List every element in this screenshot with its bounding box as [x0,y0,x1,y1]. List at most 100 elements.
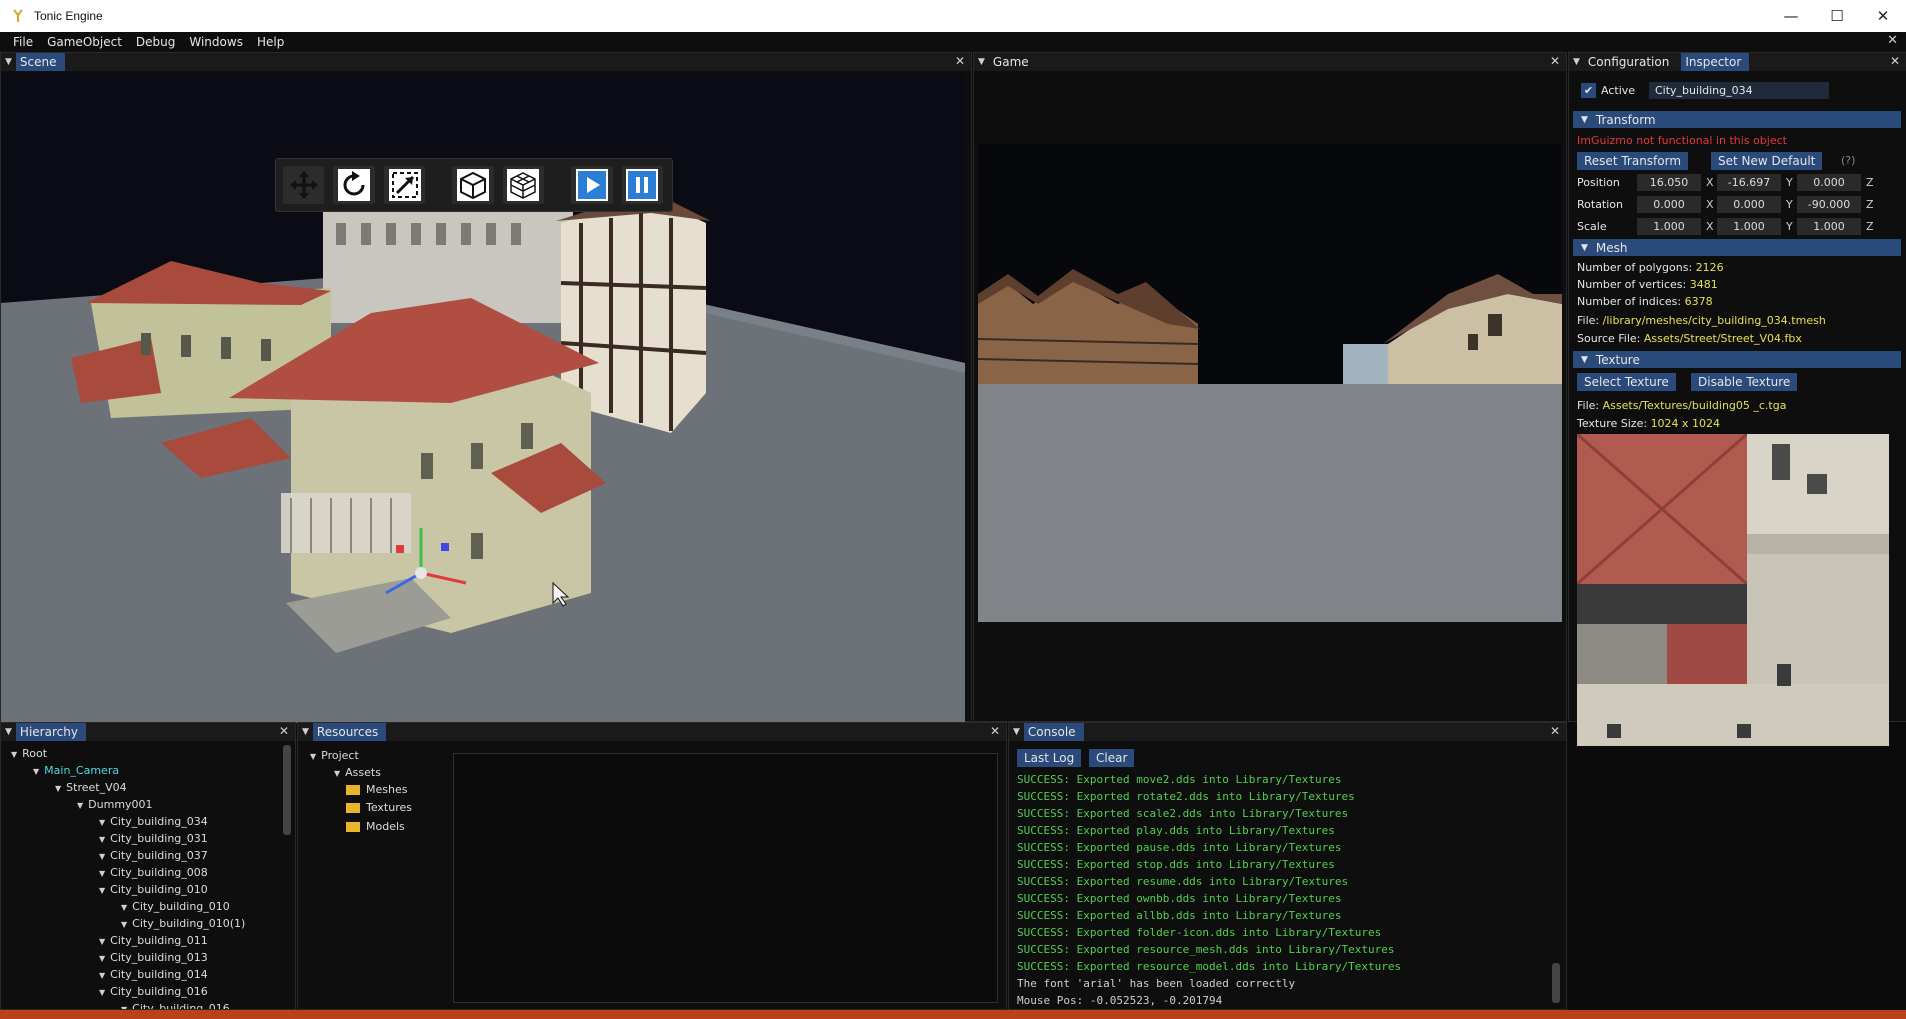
chevron-down-icon[interactable]: ▼ [33,767,39,776]
hierarchy-scrollbar[interactable] [283,745,291,835]
chevron-down-icon[interactable]: ▼ [55,784,61,793]
chevron-down-icon[interactable]: ▼ [99,937,105,946]
chevron-down-icon[interactable]: ▼ [99,818,105,827]
folder-meshes[interactable]: Meshes [346,783,407,796]
reset-transform-button[interactable]: Reset Transform [1577,152,1689,170]
chevron-down-icon[interactable]: ▼ [99,835,105,844]
close-game-icon[interactable]: ✕ [1550,54,1560,68]
scale-z-field[interactable]: 1.000 [1797,218,1861,235]
collapse-icon[interactable]: ▼ [5,57,12,67]
clear-console-button[interactable]: Clear [1089,749,1135,767]
chevron-down-icon[interactable]: ▼ [99,869,105,878]
hierarchy-item[interactable]: ▼ City_building_010 [121,900,230,913]
position-y-field[interactable]: -16.697 [1717,174,1781,191]
hierarchy-item[interactable]: ▼ City_building_010 [99,883,208,896]
move-tool-button[interactable] [283,166,325,204]
close-resources-icon[interactable]: ✕ [990,724,1000,738]
game-viewport[interactable] [978,144,1562,622]
chevron-down-icon[interactable]: ▼ [99,988,105,997]
active-checkbox[interactable]: ✔ [1581,83,1596,98]
rotation-y-field[interactable]: 0.000 [1717,196,1781,213]
set-new-default-button[interactable]: Set New Default [1711,152,1823,170]
scene-viewport[interactable] [1,73,965,723]
menubar-close-icon[interactable]: ✕ [1887,33,1898,48]
mesh-header[interactable]: ▼ Mesh [1573,239,1901,256]
hierarchy-item[interactable]: ▼ City_building_010(1) [121,917,245,930]
folder-textures[interactable]: Textures [346,801,412,814]
close-inspector-icon[interactable]: ✕ [1890,54,1900,68]
chevron-down-icon[interactable]: ▼ [77,801,83,810]
hierarchy-item[interactable]: ▼ City_building_034 [99,815,208,828]
tab-resources[interactable]: Resources [312,723,387,741]
tab-scene[interactable]: Scene [15,53,65,71]
collapse-icon[interactable]: ▼ [1013,727,1020,737]
hierarchy-item[interactable]: ▼ Main_Camera [33,764,119,777]
chevron-down-icon[interactable]: ▼ [99,954,105,963]
close-console-icon[interactable]: ✕ [1550,724,1560,738]
collapse-icon[interactable]: ▼ [302,727,309,737]
hierarchy-item[interactable]: ▼City_building_016 [99,985,208,998]
scale-x-field[interactable]: 1.000 [1637,218,1701,235]
folder-models[interactable]: Models [346,820,405,833]
collapse-icon[interactable]: ▼ [5,727,12,737]
hierarchy-item[interactable]: ▼ City_building_008 [99,866,208,879]
tab-hierarchy[interactable]: Hierarchy [15,723,86,741]
tree-item-project[interactable]: ▼ Project [310,749,359,762]
hierarchy-item[interactable]: ▼ City_building_011 [99,934,208,947]
minimize-button[interactable]: — [1768,0,1814,32]
tree-item-assets[interactable]: ▼ Assets [334,766,381,779]
scale-tool-button[interactable] [383,166,426,204]
chevron-down-icon[interactable]: ▼ [11,750,17,759]
position-x-field[interactable]: 16.050 [1637,174,1701,191]
collapse-icon[interactable]: ▼ [1573,57,1580,67]
tab-inspector[interactable]: Inspector [1681,53,1750,71]
hierarchy-item[interactable]: ▼ Street_V04 [55,781,127,794]
hierarchy-item[interactable]: ▼ City_building_014 [99,968,208,981]
transform-header[interactable]: ▼ Transform [1573,111,1901,128]
texture-size-row: Texture Size: 1024 x 1024 [1577,417,1721,430]
chevron-down-icon[interactable]: ▼ [99,886,105,895]
wireframe-box-button[interactable] [452,166,494,204]
position-z-field[interactable]: 0.000 [1797,174,1861,191]
hierarchy-item[interactable]: ▼ Dummy001 [77,798,153,811]
chevron-down-icon[interactable]: ▼ [121,920,127,929]
menu-windows[interactable]: Windows [182,35,250,49]
hierarchy-item[interactable]: ▼ City_building_037 [99,849,208,862]
scale-y-field[interactable]: 1.000 [1717,218,1781,235]
console-scrollbar[interactable] [1552,963,1560,1003]
chevron-down-icon[interactable]: ▼ [121,1005,127,1009]
menu-file[interactable]: File [6,35,40,49]
texture-header[interactable]: ▼ Texture [1573,351,1901,368]
bounding-box-button[interactable] [502,166,545,204]
menu-help[interactable]: Help [250,35,291,49]
pause-button[interactable] [621,166,663,204]
maximize-button[interactable]: ☐ [1814,0,1860,32]
close-hierarchy-icon[interactable]: ✕ [279,724,289,738]
disable-texture-button[interactable]: Disable Texture [1691,373,1798,391]
resource-content-area[interactable] [453,753,998,1003]
rotate-tool-button[interactable] [333,166,375,204]
collapse-icon[interactable]: ▼ [978,57,985,67]
menu-debug[interactable]: Debug [129,35,182,49]
hierarchy-item[interactable]: ▼ City_building_013 [99,951,208,964]
close-window-button[interactable]: ✕ [1860,0,1906,32]
chevron-down-icon[interactable]: ▼ [99,852,105,861]
tab-configuration[interactable]: Configuration [1583,53,1678,71]
rotation-x-field[interactable]: 0.000 [1637,196,1701,213]
vertices-row: Number of vertices: 3481 [1577,278,1718,291]
play-button[interactable] [571,166,613,204]
object-name-input[interactable]: City_building_034 [1649,82,1829,99]
menu-gameobject[interactable]: GameObject [40,35,129,49]
chevron-down-icon[interactable]: ▼ [99,971,105,980]
rotation-z-field[interactable]: -90.000 [1797,196,1861,213]
hierarchy-item[interactable]: ▼ Root [11,747,47,760]
help-marker[interactable]: (?) [1841,154,1855,167]
tab-game[interactable]: Game [988,53,1037,71]
chevron-down-icon[interactable]: ▼ [121,903,127,912]
last-log-button[interactable]: Last Log [1017,749,1082,767]
hierarchy-item[interactable]: ▼City_building_016 [121,1002,230,1009]
select-texture-button[interactable]: Select Texture [1577,373,1676,391]
tab-console[interactable]: Console [1023,723,1084,741]
close-scene-icon[interactable]: ✕ [955,54,965,68]
hierarchy-item[interactable]: ▼ City_building_031 [99,832,208,845]
